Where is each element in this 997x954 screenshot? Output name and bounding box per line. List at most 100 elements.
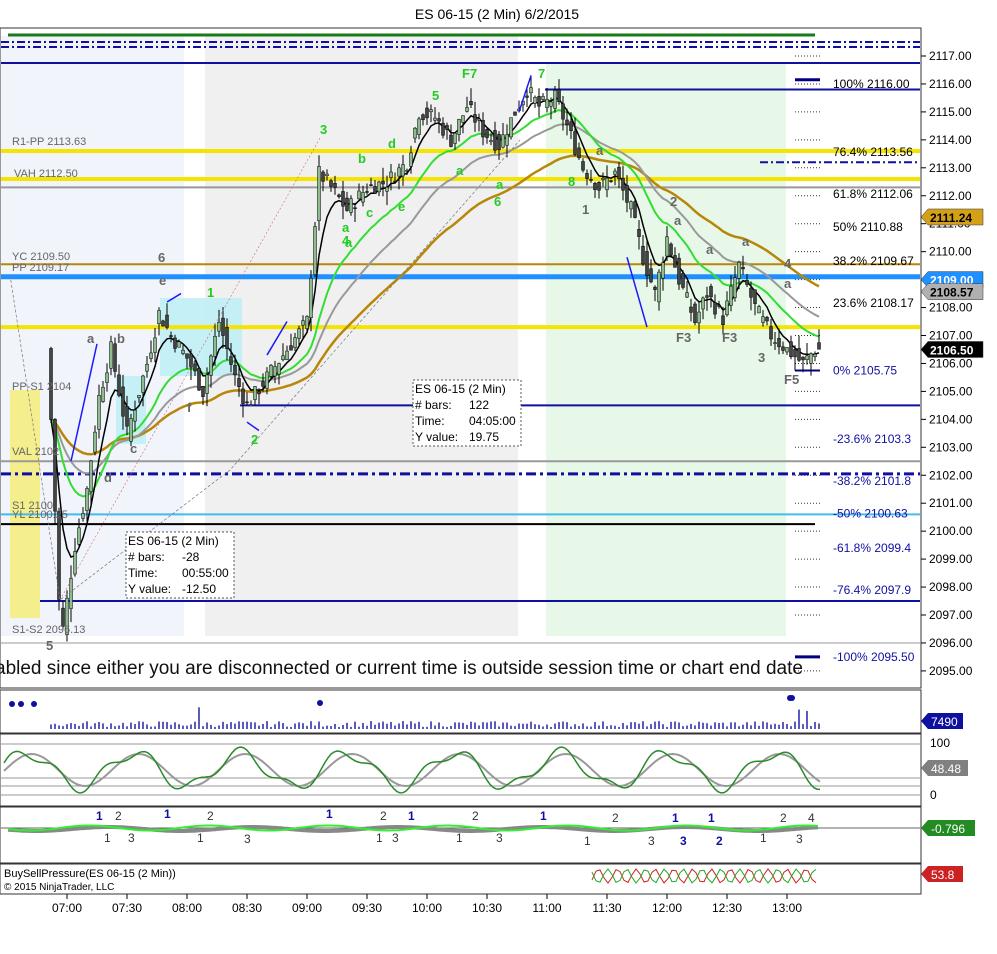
wave-label: 4: [342, 233, 350, 248]
fib-label: -76.4% 2097.9: [833, 583, 911, 597]
candle-body: [157, 310, 161, 324]
price-badge-label: 2108.57: [930, 286, 974, 300]
candle-body: [161, 320, 165, 327]
volume-dot: [789, 695, 795, 701]
macd-wave-label: 1: [164, 807, 171, 821]
wave-label: F7: [462, 66, 477, 81]
candle-body: [785, 347, 789, 353]
candle-body: [789, 341, 793, 358]
candle-body: [325, 173, 329, 177]
macd-wave-label: 2: [380, 809, 387, 823]
candle-body: [337, 194, 341, 197]
candle-body: [705, 295, 709, 298]
candle-body: [253, 386, 257, 400]
chart-container[interactable]: ES 06-15 (2 Min) 6/2/2015 R1-PP 2113.63 V…: [0, 0, 997, 954]
macd-wave-label: 2: [472, 809, 479, 823]
stoch-axis-label: 0: [930, 788, 937, 802]
candle-body: [713, 302, 717, 315]
macd-wave-label: 2: [207, 809, 214, 823]
candle-body: [425, 107, 429, 119]
candle-body: [273, 366, 277, 377]
candle-body: [305, 316, 309, 329]
candle-body: [649, 268, 653, 283]
candle-body: [445, 125, 449, 130]
macd-wave-label: 2: [612, 811, 619, 825]
candle-body: [373, 186, 377, 194]
pivot-label: S1-S2 2096.13: [12, 624, 85, 636]
candle-body: [385, 187, 389, 192]
wave-label: f: [187, 400, 192, 415]
candle-body: [493, 130, 497, 151]
time-tick-label: 10:30: [472, 901, 502, 915]
candle-body: [773, 342, 777, 344]
stoch-badge-label: 48.48: [931, 762, 961, 776]
candle-body: [609, 180, 613, 182]
price-tick-label: 2105.00: [929, 384, 973, 398]
volume-dot: [317, 700, 323, 706]
wave-label: d: [388, 136, 396, 151]
macd-wave-label: 4: [808, 811, 815, 825]
volume-dot: [9, 701, 15, 707]
candle-body: [53, 418, 57, 512]
candle-body: [237, 378, 241, 387]
time-tick-label: 13:00: [772, 901, 802, 915]
candle-body: [321, 171, 325, 182]
candle-body: [109, 341, 113, 369]
candle-body: [149, 352, 153, 359]
candle-body: [489, 140, 493, 143]
macd-wave-label: 1: [197, 831, 204, 845]
macd-wave-label: 3: [496, 831, 503, 845]
wave-label: 6: [158, 250, 165, 265]
candle-body: [729, 285, 733, 306]
candle-body: [637, 229, 641, 237]
candle-body: [309, 278, 313, 319]
candle-body: [437, 118, 441, 122]
candle-body: [165, 314, 169, 328]
candle-body: [533, 97, 537, 104]
price-badge-label: 2111.24: [930, 211, 972, 225]
candle-body: [709, 286, 713, 298]
candle-body: [405, 170, 409, 172]
candle-body: [345, 197, 349, 211]
price-tick-label: 2100.00: [929, 524, 973, 538]
candle-body: [817, 342, 821, 350]
candle-body: [357, 190, 361, 200]
candle-body: [413, 127, 417, 139]
price-tick-label: 2108.00: [929, 301, 973, 315]
wave-label: c: [130, 441, 137, 456]
candle-body: [341, 191, 345, 207]
candle-body: [205, 374, 209, 394]
chart-title: ES 06-15 (2 Min) 6/2/2015: [415, 6, 579, 22]
macd-wave-label: 1: [456, 831, 463, 845]
candle-body: [801, 356, 805, 361]
chart-svg[interactable]: ES 06-15 (2 Min) 6/2/2015 R1-PP 2113.63 V…: [0, 0, 997, 949]
candle-body: [541, 96, 545, 100]
candle-body: [693, 303, 697, 323]
candle-body: [241, 388, 245, 404]
time-tick-label: 09:30: [352, 901, 382, 915]
candle-body: [193, 363, 197, 372]
candle-body: [333, 183, 337, 188]
candle-body: [441, 122, 445, 136]
candle-body: [129, 418, 133, 442]
session-bg-open: [205, 36, 518, 636]
candle-body: [513, 111, 517, 116]
candle-body: [573, 131, 577, 155]
candle-body: [277, 363, 281, 375]
macd-wave-label: 1: [96, 809, 103, 823]
candle-body: [485, 129, 489, 138]
candle-body: [177, 341, 181, 348]
candle-body: [641, 245, 645, 265]
candle-body: [781, 346, 785, 351]
info-box-value: 00:55:00: [182, 566, 229, 580]
candle-body: [369, 184, 373, 186]
candle-body: [669, 243, 673, 256]
candle-body: [749, 287, 753, 298]
candle-body: [89, 460, 93, 492]
candle-body: [505, 134, 509, 146]
candle-body: [605, 177, 609, 191]
time-tick-label: 08:30: [232, 901, 262, 915]
candle-body: [181, 349, 185, 354]
candle-body: [409, 152, 413, 167]
fib-label: -61.8% 2099.4: [833, 541, 911, 555]
